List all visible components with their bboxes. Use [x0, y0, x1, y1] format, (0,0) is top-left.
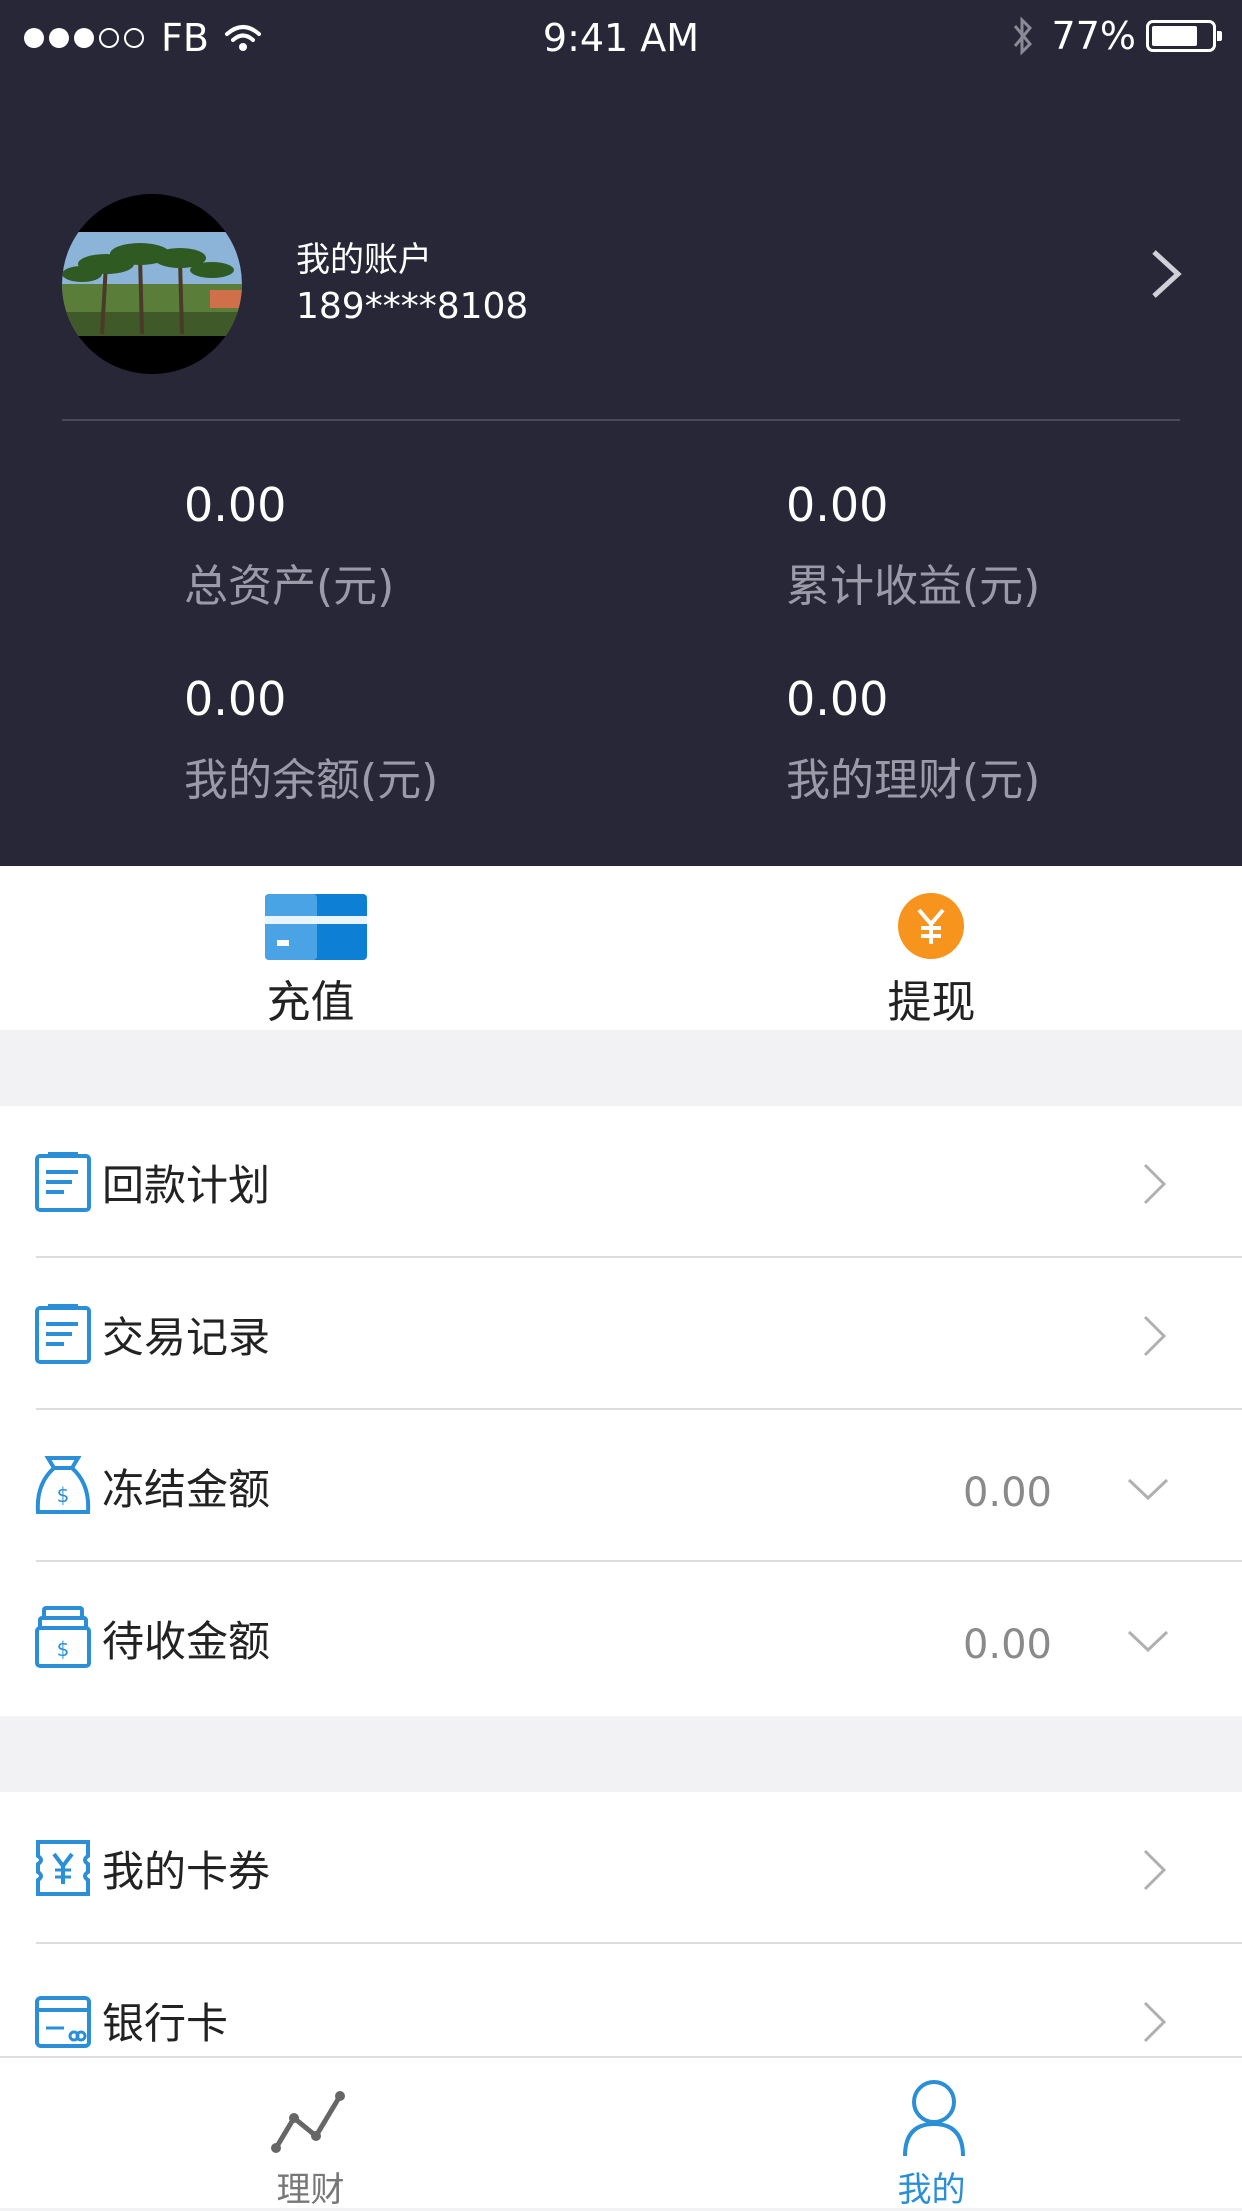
menu-item-label: 待收金额	[102, 1617, 271, 1666]
receivable-amount-value: 0.00	[962, 1622, 1052, 1668]
account-header: FB 9:41 AM 77% 我的账户 189****8108 0.00 总资产…	[0, 0, 1242, 866]
person-icon	[903, 2080, 965, 2157]
header-divider	[62, 419, 1180, 421]
chevron-down-icon	[1127, 1478, 1169, 1501]
menu-item-label: 银行卡	[102, 1999, 229, 2048]
document-icon	[35, 1152, 91, 1212]
stat-total-assets-label: 总资产(元)	[184, 561, 395, 612]
trend-line-icon	[271, 2091, 345, 2153]
battery-percent: 77%	[1051, 14, 1136, 58]
coupon-icon	[36, 1840, 90, 1896]
menu-item-coupons[interactable]: 我的卡券	[0, 1792, 1242, 1944]
chevron-right-icon	[1143, 1849, 1167, 1891]
chevron-down-icon	[1127, 1630, 1169, 1653]
tab-wealth-label: 理财	[276, 2170, 345, 2210]
svg-text:$: $	[57, 1637, 70, 1661]
menu-item-label: 回款计划	[102, 1161, 271, 1210]
withdraw-button[interactable]: 提现	[621, 866, 1242, 1030]
tab-mine-label: 我的	[897, 2170, 966, 2210]
chevron-right-icon	[1143, 1315, 1167, 1357]
bluetooth-icon	[1013, 16, 1032, 56]
stat-wealth-value: 0.00	[786, 672, 889, 726]
stat-cumulative-income-label: 累计收益(元)	[786, 561, 1041, 612]
status-right: 77%	[1010, 14, 1222, 58]
menu-item-frozen-amount[interactable]: $ 冻结金额 0.00	[0, 1410, 1242, 1562]
quick-actions: 充值 提现	[0, 866, 1242, 1030]
money-bag-icon: $	[35, 1456, 91, 1514]
battery-icon	[1146, 20, 1222, 52]
menu-item-receivable-amount[interactable]: $ 待收金额 0.00	[0, 1562, 1242, 1714]
frozen-amount-value: 0.00	[962, 1470, 1052, 1516]
chevron-right-icon	[1143, 2001, 1167, 2043]
svg-text:$: $	[57, 1483, 70, 1507]
status-bar: FB 9:41 AM 77%	[0, 0, 1242, 76]
tab-wealth[interactable]: 理财	[0, 2058, 621, 2210]
stat-total-assets-value: 0.00	[184, 478, 287, 532]
account-phone: 189****8108	[296, 286, 529, 327]
bank-card-icon	[35, 1996, 91, 2048]
stat-balance-label: 我的余额(元)	[184, 755, 439, 806]
avatar[interactable]	[62, 194, 242, 374]
menu-item-transactions[interactable]: 交易记录	[0, 1258, 1242, 1410]
tab-bar: 理财 我的	[0, 2056, 1242, 2210]
yen-coin-icon	[898, 893, 964, 959]
stat-wealth-label: 我的理财(元)	[786, 755, 1041, 806]
battery-nub	[1217, 31, 1222, 41]
stat-cumulative-income-value: 0.00	[786, 478, 889, 532]
withdraw-label: 提现	[887, 977, 976, 1028]
recharge-button[interactable]: 充值	[0, 866, 621, 1030]
recharge-label: 充值	[266, 977, 355, 1028]
battery-fill	[1152, 26, 1197, 46]
stat-balance-value: 0.00	[184, 672, 287, 726]
avatar-palm-photo-icon	[62, 194, 242, 374]
card-icon	[265, 894, 367, 960]
document-icon	[35, 1304, 91, 1364]
money-stack-icon: $	[35, 1606, 91, 1668]
chevron-right-icon[interactable]	[1146, 248, 1186, 300]
menu-item-label: 交易记录	[102, 1313, 271, 1362]
tab-mine[interactable]: 我的	[621, 2058, 1242, 2210]
menu-group-assets: 回款计划 交易记录 $ 冻结金额 0.00 $ 待收金额 0.00	[0, 1106, 1242, 1716]
menu-item-label: 我的卡券	[102, 1847, 271, 1896]
account-title: 我的账户	[296, 240, 432, 280]
chevron-right-icon	[1143, 1163, 1167, 1205]
menu-item-repayment-plan[interactable]: 回款计划	[0, 1106, 1242, 1258]
menu-item-label: 冻结金额	[102, 1465, 271, 1514]
menu-group-cards: 我的卡券 银行卡	[0, 1792, 1242, 2056]
